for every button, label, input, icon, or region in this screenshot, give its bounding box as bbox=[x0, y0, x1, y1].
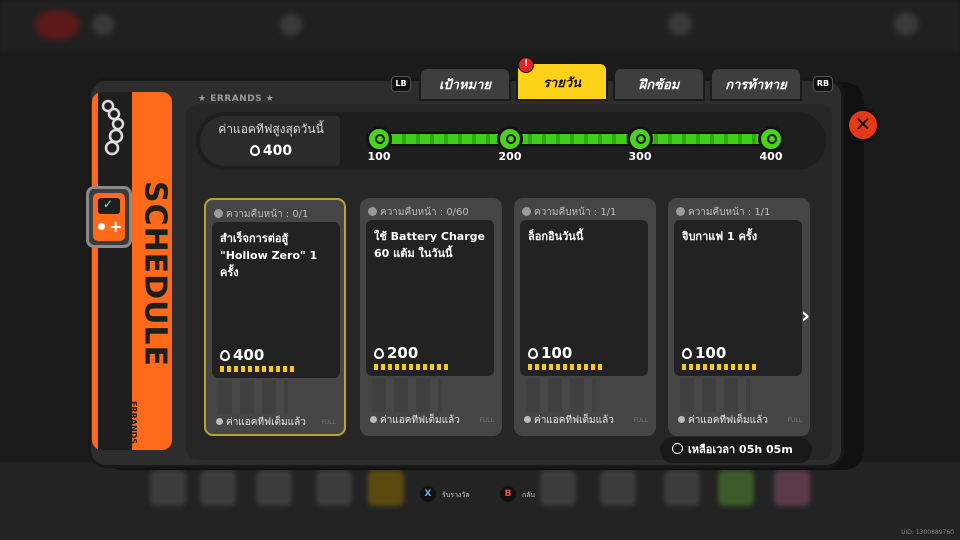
card-title: สำเร็จการต่อสู้ "Hollow Zero" 1 ครั้ง bbox=[220, 232, 318, 279]
card-reward: 200 bbox=[374, 344, 418, 362]
card-status: ค่าแอคทีฟเต็มแล้ว bbox=[370, 413, 460, 428]
card-tag: FULL bbox=[321, 419, 336, 426]
card-decoration bbox=[682, 364, 756, 370]
milestone-label: 400 bbox=[759, 150, 783, 163]
errand-card[interactable]: ความคืบหน้า : 0/60 ใช้ Battery Charge 60… bbox=[360, 198, 502, 436]
card-title: ใช้ Battery Charge 60 แต้ม ในวันนี้ bbox=[374, 230, 485, 260]
claim-hint-label: รับรางวัล bbox=[442, 491, 470, 499]
card-reward: 400 bbox=[220, 346, 264, 364]
card-decoration bbox=[372, 378, 442, 412]
card-tag: FULL bbox=[479, 417, 494, 424]
card-title: ล็อกอินวันนี้ bbox=[528, 230, 584, 243]
background-blob bbox=[34, 10, 80, 40]
banner-subtitle: ERRANDS bbox=[129, 400, 139, 445]
next-page-chevron-icon[interactable]: › bbox=[801, 304, 810, 329]
background-bottom-bar bbox=[0, 462, 960, 540]
activity-progress-bar bbox=[378, 132, 772, 146]
card-title: จิบกาแฟ 1 ครั้ง bbox=[682, 230, 758, 243]
card-tag: FULL bbox=[787, 417, 802, 424]
card-decoration bbox=[218, 380, 288, 414]
reset-timer: เหลือเวลา 05h 05m bbox=[660, 437, 812, 463]
gear-icon bbox=[368, 207, 377, 216]
flame-icon bbox=[220, 350, 230, 361]
background-hud bbox=[0, 0, 960, 52]
activity-label: ค่าแอคทีฟสูงสุดวันนี้ bbox=[218, 122, 324, 136]
banner-title: SCHEDULE bbox=[137, 180, 173, 368]
card-body: จิบกาแฟ 1 ครั้ง 100 bbox=[674, 220, 802, 376]
flame-icon bbox=[374, 348, 384, 359]
card-body: ใช้ Battery Charge 60 แต้ม ในวันนี้ 200 bbox=[366, 220, 494, 376]
errand-card[interactable]: ความคืบหน้า : 1/1 จิบกาแฟ 1 ครั้ง 100 ค่… bbox=[668, 198, 810, 436]
milestone-label: 200 bbox=[498, 150, 522, 163]
card-decoration bbox=[526, 378, 596, 412]
gear-icon bbox=[676, 207, 685, 216]
flame-icon bbox=[682, 348, 692, 359]
background-tile bbox=[368, 470, 404, 506]
milestone-node-icon[interactable] bbox=[758, 126, 784, 152]
x-button-icon[interactable]: X bbox=[420, 486, 436, 502]
close-button[interactable]: ✕ bbox=[846, 108, 880, 142]
milestone-label: 300 bbox=[628, 150, 652, 163]
milestone-node-icon[interactable] bbox=[627, 126, 653, 152]
gear-icon bbox=[214, 209, 223, 218]
card-body: ล็อกอินวันนี้ 100 bbox=[520, 220, 648, 376]
clock-icon bbox=[672, 443, 683, 454]
card-progress: ความคืบหน้า : 1/1 bbox=[676, 205, 770, 220]
background-tile bbox=[664, 470, 700, 506]
card-decoration bbox=[374, 364, 448, 370]
card-decoration bbox=[528, 364, 602, 370]
background-blob bbox=[668, 12, 692, 36]
card-decoration bbox=[680, 378, 750, 412]
b-button-icon[interactable]: B bbox=[500, 486, 516, 502]
background-tile bbox=[200, 470, 236, 506]
tab-training[interactable]: ฝึกซ้อม bbox=[613, 67, 705, 101]
card-progress: ความคืบหน้า : 0/1 bbox=[214, 207, 308, 222]
flame-icon bbox=[249, 145, 260, 156]
card-status: ค่าแอคทีฟเต็มแล้ว bbox=[678, 413, 768, 428]
background-blob bbox=[894, 12, 918, 36]
background-blob bbox=[280, 14, 302, 36]
tab-challenge[interactable]: การท้าทาย bbox=[710, 67, 802, 101]
card-status: ค่าแอคทีฟเต็มแล้ว bbox=[524, 413, 614, 428]
uid-label: UID: 1300889760 bbox=[901, 529, 954, 536]
card-progress: ความคืบหน้า : 0/60 bbox=[368, 205, 469, 220]
gadget-charm-icon: + bbox=[86, 186, 132, 248]
card-reward: 100 bbox=[528, 344, 572, 362]
background-tile bbox=[774, 470, 810, 506]
tab-alert-badge: ! bbox=[518, 57, 534, 73]
background-tile bbox=[256, 470, 292, 506]
keychain-icon bbox=[101, 99, 125, 156]
lb-button-hint[interactable]: LB bbox=[391, 76, 411, 92]
background-tile bbox=[150, 470, 186, 506]
milestone-node-icon[interactable] bbox=[366, 126, 392, 152]
background-tile bbox=[600, 470, 636, 506]
card-reward: 100 bbox=[682, 344, 726, 362]
milestone-label: 100 bbox=[367, 150, 391, 163]
rb-button-hint[interactable]: RB bbox=[813, 76, 833, 92]
tab-goals[interactable]: เป้าหมาย bbox=[419, 67, 511, 101]
errand-card[interactable]: ความคืบหน้า : 0/1 สำเร็จการต่อสู้ "Hollo… bbox=[204, 198, 346, 436]
card-progress: ความคืบหน้า : 1/1 bbox=[522, 205, 616, 220]
card-decoration bbox=[220, 366, 294, 372]
errands-heading: ★ ERRANDS ★ bbox=[198, 94, 275, 104]
background-tile bbox=[540, 470, 576, 506]
background-tile bbox=[718, 470, 754, 506]
activity-value: 400 bbox=[206, 143, 336, 159]
card-tag: FULL bbox=[633, 417, 648, 424]
card-body: สำเร็จการต่อสู้ "Hollow Zero" 1 ครั้ง 40… bbox=[212, 222, 340, 378]
background-tile bbox=[316, 470, 352, 506]
gear-icon bbox=[522, 207, 531, 216]
back-hint-label: กลับ bbox=[522, 491, 535, 499]
background-blob bbox=[92, 14, 114, 36]
errand-card[interactable]: ความคืบหน้า : 1/1 ล็อกอินวันนี้ 100 ค่าแ… bbox=[514, 198, 656, 436]
flame-icon bbox=[528, 348, 538, 359]
activity-progress-fill bbox=[378, 134, 772, 144]
milestone-node-icon[interactable] bbox=[497, 126, 523, 152]
card-status: ค่าแอคทีฟเต็มแล้ว bbox=[216, 415, 306, 430]
